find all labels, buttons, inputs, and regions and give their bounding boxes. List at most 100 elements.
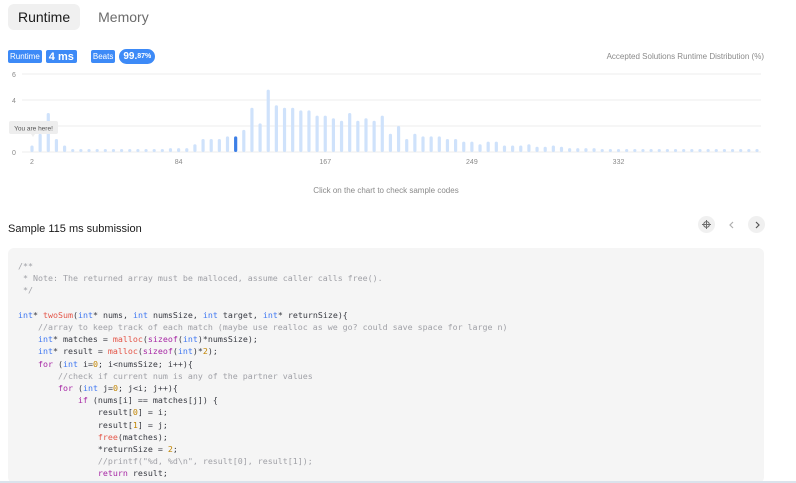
crosshair-icon[interactable] <box>698 216 715 233</box>
bar[interactable] <box>576 148 580 152</box>
bar[interactable] <box>388 133 393 152</box>
bar[interactable] <box>682 149 686 152</box>
bar[interactable] <box>462 141 466 152</box>
bar[interactable] <box>152 149 156 152</box>
bar[interactable] <box>291 107 295 152</box>
bar[interactable] <box>120 149 124 152</box>
bar[interactable] <box>673 149 678 152</box>
bar[interactable] <box>307 110 311 152</box>
bar[interactable] <box>339 120 344 152</box>
bar[interactable] <box>54 139 59 152</box>
bar[interactable] <box>274 105 278 152</box>
bar[interactable] <box>445 139 450 152</box>
bar[interactable] <box>38 133 42 152</box>
bar[interactable] <box>608 149 612 152</box>
bar[interactable] <box>79 149 83 152</box>
chevron-left-icon[interactable] <box>723 216 740 233</box>
bar[interactable] <box>535 146 539 152</box>
bar[interactable] <box>519 145 523 153</box>
bar[interactable] <box>429 136 433 152</box>
bar[interactable] <box>258 123 262 152</box>
bar[interactable] <box>282 107 287 152</box>
bar[interactable] <box>250 107 254 152</box>
code-token: (matches); <box>117 431 168 442</box>
bar[interactable] <box>486 141 490 152</box>
tab-runtime[interactable]: Runtime <box>8 4 81 30</box>
runtime-distribution-chart[interactable]: 0246284167249332You are here! <box>0 66 796 172</box>
bar[interactable] <box>453 139 458 152</box>
bar[interactable] <box>625 149 629 152</box>
y-tick-label: 0 <box>12 150 16 157</box>
bar[interactable] <box>755 149 759 152</box>
bar[interactable] <box>478 144 482 152</box>
bar[interactable] <box>665 149 669 152</box>
bar[interactable] <box>543 146 547 152</box>
bar[interactable] <box>739 149 743 152</box>
bar[interactable] <box>568 148 572 152</box>
bar[interactable] <box>111 149 116 152</box>
tab-memory[interactable]: Memory <box>88 4 159 30</box>
bar[interactable] <box>331 118 336 152</box>
bar[interactable] <box>380 115 384 152</box>
code-token: )* <box>192 346 203 357</box>
bar[interactable] <box>372 120 376 152</box>
bar[interactable] <box>71 149 75 152</box>
bar[interactable] <box>315 115 319 152</box>
bar[interactable] <box>698 149 702 152</box>
bar[interactable] <box>225 136 230 152</box>
bar[interactable] <box>502 145 507 153</box>
bar[interactable] <box>747 149 751 152</box>
bar[interactable] <box>242 129 246 152</box>
bar[interactable] <box>144 149 148 152</box>
bar[interactable] <box>185 148 189 152</box>
bar[interactable] <box>217 139 221 152</box>
bar[interactable] <box>633 149 637 152</box>
bar[interactable] <box>592 148 596 152</box>
bar[interactable] <box>657 149 661 152</box>
bar[interactable] <box>87 149 91 152</box>
chevron-right-icon[interactable] <box>748 216 765 233</box>
bar[interactable] <box>405 139 409 152</box>
bar[interactable] <box>364 118 368 152</box>
bar[interactable] <box>559 146 564 152</box>
tooltip-arrow <box>31 134 35 137</box>
bar[interactable] <box>551 145 555 153</box>
bar[interactable] <box>730 149 735 152</box>
bar[interactable] <box>706 149 710 152</box>
bar[interactable] <box>356 120 360 152</box>
bar[interactable] <box>348 113 352 152</box>
bar[interactable] <box>584 148 588 152</box>
bar[interactable] <box>128 149 132 152</box>
bar[interactable] <box>160 149 164 152</box>
bar[interactable] <box>690 149 694 152</box>
bar-active[interactable] <box>234 136 238 152</box>
bar[interactable] <box>470 141 474 152</box>
bar[interactable] <box>299 110 303 152</box>
bar[interactable] <box>616 149 621 152</box>
bar[interactable] <box>722 149 727 152</box>
bar[interactable] <box>494 141 498 152</box>
bar[interactable] <box>437 136 441 152</box>
stats-row: Runtime 4 ms Beats 99. 87% <box>8 49 156 64</box>
bar[interactable] <box>103 149 107 152</box>
bar[interactable] <box>136 149 140 152</box>
bar[interactable] <box>714 149 718 152</box>
bar[interactable] <box>323 115 327 152</box>
bar[interactable] <box>413 133 417 152</box>
bar[interactable] <box>193 144 197 152</box>
bar[interactable] <box>266 89 270 152</box>
bar[interactable] <box>62 145 67 153</box>
bar[interactable] <box>641 149 645 152</box>
bar[interactable] <box>527 144 531 152</box>
bar[interactable] <box>95 149 99 152</box>
bar[interactable] <box>421 136 425 152</box>
bar[interactable] <box>209 139 213 152</box>
bar[interactable] <box>511 145 515 153</box>
bar[interactable] <box>396 126 401 152</box>
bar[interactable] <box>177 148 181 152</box>
bar[interactable] <box>30 145 34 153</box>
bar[interactable] <box>649 149 653 152</box>
bar[interactable] <box>600 149 604 152</box>
bar[interactable] <box>168 148 173 152</box>
bar[interactable] <box>201 139 205 152</box>
